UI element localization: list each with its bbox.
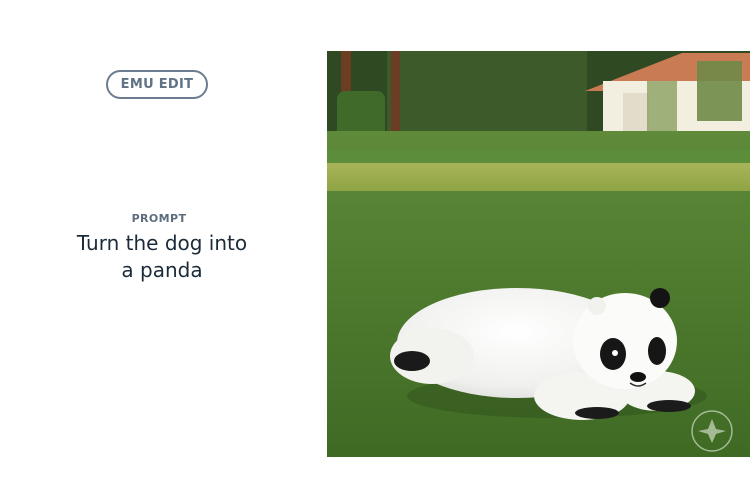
panda-photo — [327, 51, 750, 457]
badge-emu-edit: EMU EDIT — [106, 70, 208, 99]
prompt-line: a panda — [121, 258, 203, 282]
prompt-label: PROMPT — [131, 212, 187, 225]
prompt-line: Turn the dog into — [76, 231, 248, 255]
edited-image — [327, 51, 750, 457]
prompt-text: Turn the dog into a panda — [0, 230, 324, 284]
